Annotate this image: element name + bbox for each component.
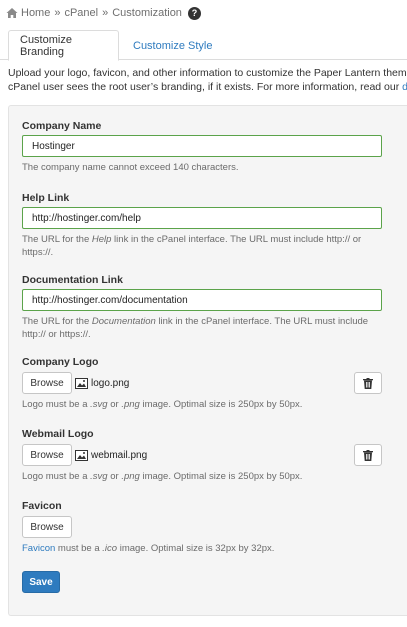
company-logo-file: logo.png [75, 372, 129, 394]
favicon-hint: Favicon must be a .ico image. Optimal si… [22, 543, 275, 554]
breadcrumb-separator: » [102, 7, 109, 19]
help-icon[interactable]: ? [187, 6, 201, 20]
documentation-link-label: Documentation Link [22, 274, 123, 286]
home-icon [6, 8, 18, 18]
delete-webmail-logo-button[interactable] [354, 444, 382, 466]
image-icon [75, 377, 88, 389]
help-link-input[interactable]: http://hostinger.com/help [22, 207, 382, 229]
trash-icon [363, 377, 373, 389]
favicon-label: Favicon [22, 500, 62, 512]
company-logo-hint: Logo must be a .svg or .png image. Optim… [22, 399, 303, 410]
breadcrumb-cpanel-link[interactable]: cPanel [64, 7, 98, 19]
company-logo-filename: logo.png [91, 377, 130, 389]
webmail-logo-label: Webmail Logo [22, 428, 94, 440]
branding-form-panel: Company Name Hostinger The company name … [8, 105, 407, 616]
breadcrumb: Home » cPanel » Customization ? [6, 5, 201, 21]
documentation-link-hint: The URL for the Documentation link in th… [22, 316, 369, 340]
image-icon [75, 449, 88, 461]
help-link-label: Help Link [22, 192, 70, 204]
delete-company-logo-button[interactable] [354, 372, 382, 394]
favicon-browse-button[interactable]: Browse [22, 516, 72, 538]
webmail-logo-browse-button[interactable]: Browse [22, 444, 72, 466]
documentation-link-input[interactable]: http://hostinger.com/documentation [22, 289, 382, 311]
intro-line-1: Upload your logo, favicon, and other inf… [8, 67, 407, 79]
tab-customize-style[interactable]: Customize Style [122, 30, 223, 61]
intro-text: Upload your logo, favicon, and other inf… [8, 66, 407, 94]
save-button[interactable]: Save [22, 571, 60, 593]
documentation-link[interactable]: docum [402, 81, 407, 93]
webmail-logo-file: webmail.png [75, 444, 147, 466]
company-name-label: Company Name [22, 120, 102, 132]
breadcrumb-separator: » [54, 7, 61, 19]
help-link-hint: The URL for the Help link in the cPanel … [22, 234, 362, 258]
trash-icon [363, 449, 373, 461]
tab-bar: Customize Branding Customize Style [0, 30, 407, 61]
webmail-logo-filename: webmail.png [91, 449, 148, 461]
intro-line-2: cPanel user sees the root user’s brandin… [8, 80, 407, 94]
favicon-info-link[interactable]: Favicon [22, 543, 55, 554]
company-name-input[interactable]: Hostinger [22, 135, 382, 157]
company-logo-label: Company Logo [22, 356, 99, 368]
intro-line-2-text: cPanel user sees the root user’s brandin… [8, 81, 403, 93]
company-logo-browse-button[interactable]: Browse [22, 372, 72, 394]
tab-customize-branding[interactable]: Customize Branding [8, 30, 119, 61]
breadcrumb-current: Customization [112, 7, 182, 19]
breadcrumb-home-link[interactable]: Home [21, 7, 50, 19]
webmail-logo-hint: Logo must be a .svg or .png image. Optim… [22, 471, 303, 482]
company-name-hint: The company name cannot exceed 140 chara… [22, 162, 239, 173]
